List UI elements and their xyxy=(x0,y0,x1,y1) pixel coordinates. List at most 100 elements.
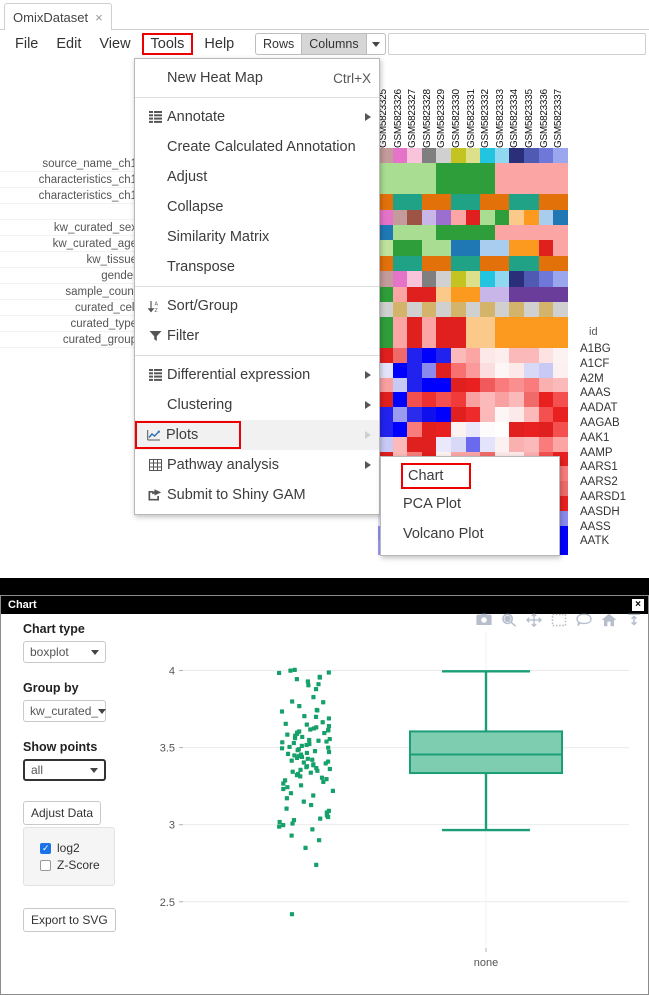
heatmap-cell[interactable] xyxy=(538,436,554,452)
heatmap-cell[interactable] xyxy=(392,148,408,164)
data-point[interactable] xyxy=(326,716,332,721)
heatmap-cell[interactable] xyxy=(378,392,393,408)
menu-item-new-heat-map[interactable]: New Heat Map Ctrl+X xyxy=(135,63,379,93)
heatmap-cell[interactable] xyxy=(421,362,437,378)
heatmap-cell[interactable] xyxy=(450,194,466,210)
data-point[interactable] xyxy=(306,683,311,688)
data-point[interactable] xyxy=(308,770,313,775)
heatmap-cell[interactable] xyxy=(480,421,495,437)
menu-item-collapse[interactable]: Collapse xyxy=(135,192,379,222)
heatmap-cell[interactable] xyxy=(509,421,524,437)
heatmap-cell[interactable] xyxy=(523,332,539,349)
heatmap-cell[interactable] xyxy=(509,436,524,452)
data-point[interactable] xyxy=(311,793,316,798)
heatmap-cell[interactable] xyxy=(538,392,554,408)
heatmap-cell[interactable] xyxy=(509,362,524,378)
menu-item-plots[interactable]: Plots xyxy=(135,420,379,450)
data-point[interactable] xyxy=(298,767,303,773)
heatmap-cell[interactable] xyxy=(494,377,510,393)
heatmap-cell[interactable] xyxy=(523,271,539,287)
data-point[interactable] xyxy=(299,754,305,760)
heatmap-cell[interactable] xyxy=(553,436,568,452)
menu-item-annotate[interactable]: Annotate xyxy=(135,102,379,132)
data-point[interactable] xyxy=(317,838,322,843)
heatmap-cell[interactable] xyxy=(407,407,422,422)
heatmap-cell[interactable] xyxy=(553,271,568,287)
column-header[interactable]: GSM5823334 xyxy=(509,60,524,148)
heatmap-cell[interactable] xyxy=(553,332,568,349)
heatmap-cell[interactable] xyxy=(480,194,495,210)
heatmap-cell[interactable] xyxy=(465,178,481,195)
data-point[interactable] xyxy=(326,670,331,675)
heatmap-cell[interactable] xyxy=(392,240,408,256)
heatmap-cell[interactable] xyxy=(450,209,466,225)
heatmap-cell[interactable] xyxy=(436,148,451,164)
data-point[interactable] xyxy=(290,699,295,704)
heatmap-cell[interactable] xyxy=(465,286,481,302)
heatmap-cell[interactable] xyxy=(407,178,422,195)
heatmap-cell[interactable] xyxy=(436,332,451,349)
data-point[interactable] xyxy=(289,833,294,838)
data-point[interactable] xyxy=(300,734,305,740)
heatmap-cell[interactable] xyxy=(480,436,495,452)
data-point[interactable] xyxy=(311,695,316,700)
heatmap-cell[interactable] xyxy=(509,332,524,349)
heatmap-cell[interactable] xyxy=(509,317,524,333)
heatmap-cell[interactable] xyxy=(421,224,437,241)
heatmap-cell[interactable] xyxy=(450,255,466,272)
heatmap-cell[interactable] xyxy=(480,332,495,349)
heatmap-cell[interactable] xyxy=(538,163,554,179)
data-point[interactable] xyxy=(311,726,316,731)
heatmap-cell[interactable] xyxy=(392,271,408,287)
heatmap-cell[interactable] xyxy=(553,178,568,195)
heatmap-cell[interactable] xyxy=(465,348,481,363)
heatmap-cell[interactable] xyxy=(480,317,495,333)
heatmap-cell[interactable] xyxy=(480,271,495,287)
heatmap-cell[interactable] xyxy=(450,317,466,333)
heatmap-cell[interactable] xyxy=(523,255,539,272)
heatmap-cell[interactable] xyxy=(392,407,408,422)
heatmap-cell[interactable] xyxy=(494,224,510,241)
data-point[interactable] xyxy=(294,755,300,760)
search-input[interactable] xyxy=(388,33,646,55)
heatmap-cell[interactable] xyxy=(407,163,422,179)
heatmap-cell[interactable] xyxy=(378,317,393,333)
heatmap-cell[interactable] xyxy=(494,362,510,378)
heatmap-cell[interactable] xyxy=(553,392,568,408)
heatmap-cell[interactable] xyxy=(450,148,466,164)
heatmap-cell[interactable] xyxy=(407,240,422,256)
heatmap-cell[interactable] xyxy=(450,348,466,363)
heatmap-cell[interactable] xyxy=(407,332,422,349)
gene-id[interactable]: AAGAB xyxy=(580,416,626,431)
zscore-checkbox-row[interactable]: Z-Score xyxy=(40,858,106,872)
heatmap-cell[interactable] xyxy=(392,163,408,179)
heatmap-cell[interactable] xyxy=(480,286,495,302)
heatmap-cell[interactable] xyxy=(538,194,554,210)
data-point[interactable] xyxy=(294,677,299,682)
heatmap-cell[interactable] xyxy=(450,362,466,378)
heatmap-cell[interactable] xyxy=(392,255,408,272)
heatmap-cell[interactable] xyxy=(407,392,422,408)
gene-id[interactable]: AATK xyxy=(580,534,626,549)
heatmap-cell[interactable] xyxy=(378,332,393,349)
heatmap-cell[interactable] xyxy=(407,148,422,164)
heatmap-cell[interactable] xyxy=(494,286,510,302)
heatmap-cell[interactable] xyxy=(494,271,510,287)
heatmap-cell[interactable] xyxy=(465,255,481,272)
data-points[interactable] xyxy=(277,667,335,917)
heatmap-cell[interactable] xyxy=(436,240,451,256)
data-point[interactable] xyxy=(326,724,332,729)
data-point[interactable] xyxy=(298,774,303,779)
heatmap-cell[interactable] xyxy=(392,348,408,363)
data-point[interactable] xyxy=(301,760,306,765)
heatmap-cell[interactable] xyxy=(523,194,539,210)
export-to-svg-button[interactable]: Export to SVG xyxy=(23,908,116,932)
data-point[interactable] xyxy=(281,781,286,786)
data-point[interactable] xyxy=(308,727,313,732)
heatmap-cell[interactable] xyxy=(421,271,437,287)
dataset-tab[interactable]: OmixDataset × xyxy=(4,3,112,30)
heatmap-cell[interactable] xyxy=(494,178,510,195)
heatmap-cell[interactable] xyxy=(392,332,408,349)
heatmap-cell[interactable] xyxy=(392,178,408,195)
heatmap-cell[interactable] xyxy=(494,332,510,349)
